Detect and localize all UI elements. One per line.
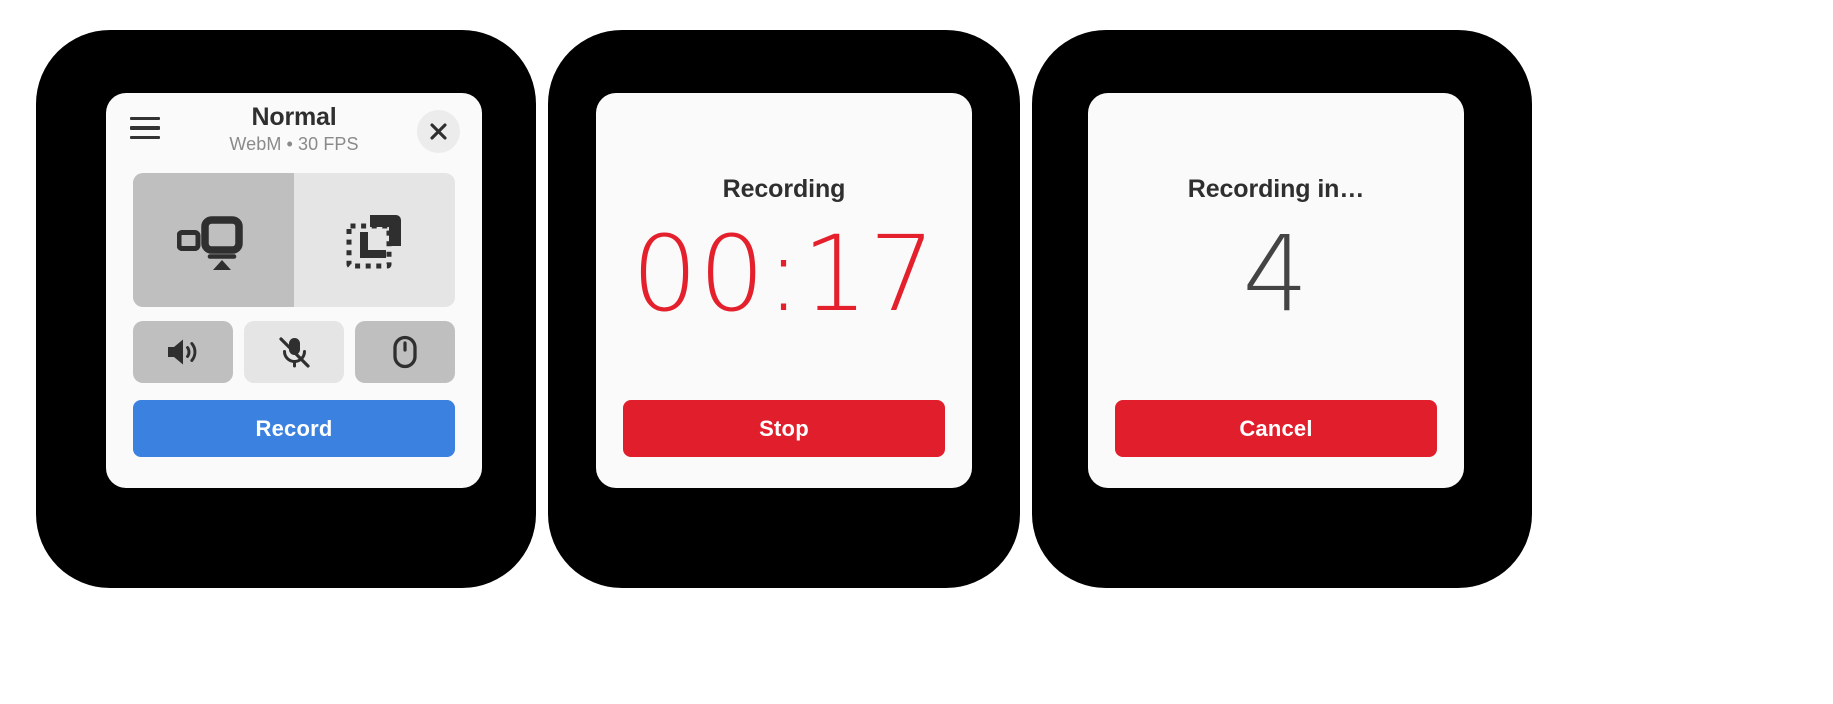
recording-panel: Recording 00:17 Stop — [596, 93, 972, 488]
recording-heading: Recording — [722, 175, 846, 203]
mode-region-capture[interactable] — [294, 173, 455, 307]
capture-mode-selector — [133, 173, 455, 307]
microphone-toggle[interactable] — [244, 321, 344, 383]
hamburger-line — [130, 135, 160, 140]
hamburger-line — [130, 126, 160, 130]
cancel-button[interactable]: Cancel — [1115, 400, 1437, 457]
recording-timer: 00:17 — [631, 213, 937, 335]
hamburger-line — [130, 116, 160, 121]
countdown-panel: Recording in… 4 Cancel — [1088, 93, 1464, 488]
hamburger-menu-icon[interactable] — [130, 115, 160, 141]
capture-options-toggles — [133, 321, 455, 383]
countdown-number: 4 — [1242, 213, 1310, 335]
crop-region-icon — [344, 209, 406, 271]
speaker-on-icon — [165, 336, 201, 368]
screenshot-stage: Normal WebM • 30 FPS Record Recording 00… — [0, 0, 1833, 704]
mouse-cursor-toggle[interactable] — [355, 321, 455, 383]
close-button[interactable] — [417, 110, 460, 153]
record-button[interactable]: Record — [133, 400, 455, 457]
mode-fullscreen-capture[interactable] — [133, 173, 294, 307]
microphone-muted-icon — [277, 335, 311, 369]
settings-panel: Normal WebM • 30 FPS Record — [106, 93, 482, 488]
screen-share-icon — [176, 209, 251, 271]
system-audio-toggle[interactable] — [133, 321, 233, 383]
mouse-cursor-icon — [392, 335, 418, 369]
countdown-heading: Recording in… — [1187, 175, 1365, 203]
stop-button[interactable]: Stop — [623, 400, 945, 457]
close-x-icon — [429, 122, 448, 141]
settings-header: Normal WebM • 30 FPS — [106, 93, 482, 165]
